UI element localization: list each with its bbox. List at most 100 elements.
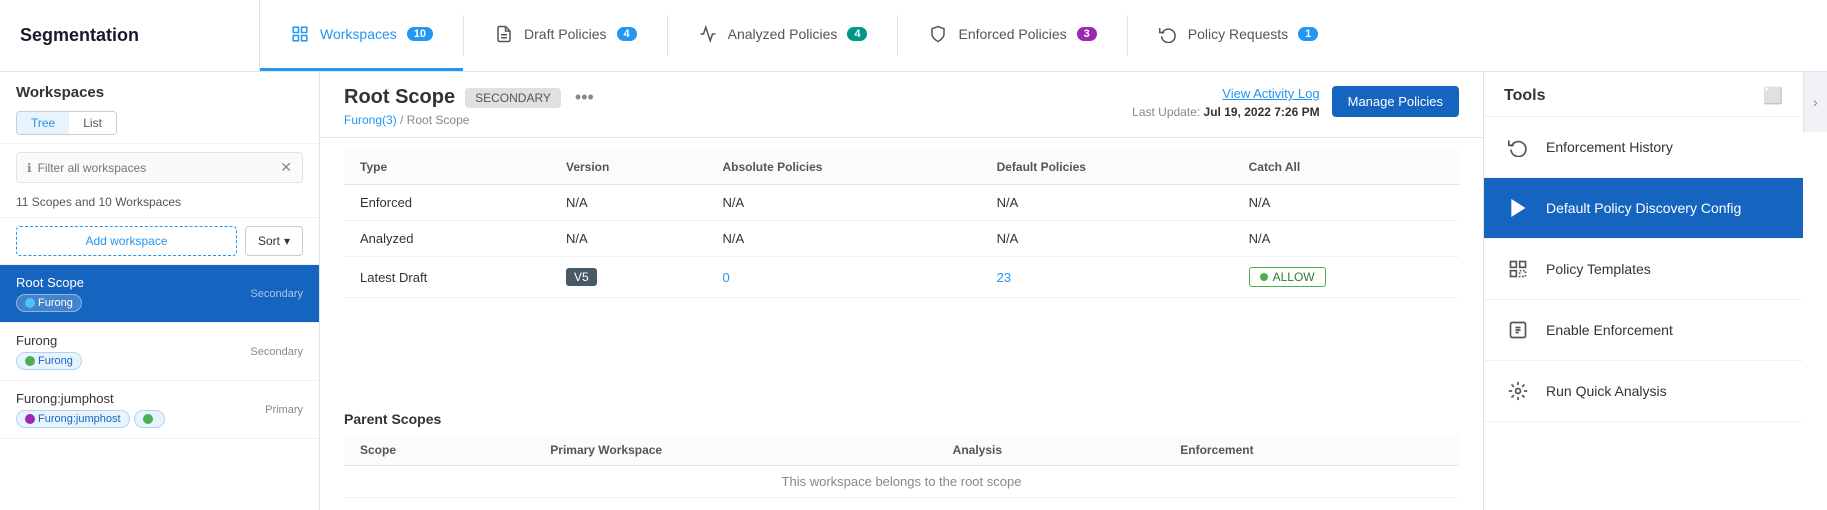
tool-item-enforcement-history[interactable]: Enforcement History bbox=[1484, 117, 1803, 178]
scope-menu-button[interactable]: ••• bbox=[571, 87, 598, 108]
main-area: Workspaces Tree List ℹ ✕ 11 Scopes and 1… bbox=[0, 72, 1827, 510]
workspace-tag-jumphost: Furong:jumphost bbox=[16, 410, 130, 428]
row-default-analyzed: N/A bbox=[981, 221, 1233, 257]
center-content: Root Scope SECONDARY ••• Furong(3) / Roo… bbox=[320, 72, 1483, 510]
row-type-draft: Latest Draft bbox=[344, 257, 550, 298]
sidebar-header: Workspaces Tree List bbox=[0, 72, 319, 144]
breadcrumb-current: Root Scope bbox=[407, 113, 470, 127]
enforced-icon bbox=[928, 24, 948, 44]
parent-scopes-empty-row: This workspace belongs to the root scope bbox=[344, 466, 1459, 498]
sidebar: Workspaces Tree List ℹ ✕ 11 Scopes and 1… bbox=[0, 72, 320, 510]
breadcrumb: Furong(3) / Root Scope bbox=[344, 113, 598, 127]
scope-badge: SECONDARY bbox=[465, 88, 561, 108]
parent-scopes-title: Parent Scopes bbox=[344, 411, 1459, 427]
draft-icon bbox=[494, 24, 514, 44]
tag-icon-purple bbox=[25, 414, 35, 424]
tab-policy-requests[interactable]: Policy Requests 1 bbox=[1128, 0, 1349, 71]
history-icon bbox=[1504, 133, 1532, 161]
tools-title: Tools bbox=[1504, 87, 1545, 105]
table-row-latest-draft: Latest Draft V5 0 23 ALLOW bbox=[344, 257, 1459, 298]
tool-label-run-quick-analysis: Run Quick Analysis bbox=[1546, 383, 1667, 399]
workspace-tag-jumphost-2 bbox=[134, 410, 165, 428]
row-type-analyzed: Analyzed bbox=[344, 221, 550, 257]
row-absolute-draft[interactable]: 0 bbox=[706, 257, 980, 298]
requests-icon bbox=[1158, 24, 1178, 44]
table-row-enforced: Enforced N/A N/A N/A N/A bbox=[344, 185, 1459, 221]
scope-name: Root Scope bbox=[344, 86, 455, 109]
tool-label-default-policy: Default Policy Discovery Config bbox=[1546, 200, 1741, 216]
row-version-draft: V5 bbox=[550, 257, 706, 298]
play-icon bbox=[1504, 194, 1532, 222]
parent-scopes-section: Parent Scopes Scope Primary Workspace An… bbox=[320, 399, 1483, 510]
sort-button[interactable]: Sort ▾ bbox=[245, 226, 303, 256]
workspace-item-furong-jumphost[interactable]: Furong:jumphost Furong:jumphost bbox=[0, 381, 319, 439]
parent-scopes-empty-message: This workspace belongs to the root scope bbox=[344, 466, 1459, 498]
view-tree-button[interactable]: Tree bbox=[17, 112, 69, 134]
tool-item-default-policy[interactable]: Default Policy Discovery Config bbox=[1484, 178, 1803, 239]
parent-scopes-table: Scope Primary Workspace Analysis Enforce… bbox=[344, 435, 1459, 498]
parent-col-primary: Primary Workspace bbox=[534, 435, 936, 466]
info-icon: ℹ bbox=[27, 161, 32, 175]
row-absolute-enforced: N/A bbox=[706, 185, 980, 221]
col-version: Version bbox=[550, 150, 706, 185]
tools-header: Tools ⬜ bbox=[1484, 72, 1803, 117]
tab-draft-policies[interactable]: Draft Policies 4 bbox=[464, 0, 667, 71]
panel-collapse-toggle[interactable]: › bbox=[1803, 72, 1827, 132]
filter-input[interactable] bbox=[38, 161, 275, 175]
analysis-icon bbox=[1504, 377, 1532, 405]
filter-bar: ℹ ✕ bbox=[16, 152, 303, 183]
row-version-enforced: N/A bbox=[550, 185, 706, 221]
tool-item-run-quick-analysis[interactable]: Run Quick Analysis bbox=[1484, 361, 1803, 422]
clear-filter-button[interactable]: ✕ bbox=[280, 159, 292, 176]
enforcement-icon bbox=[1504, 316, 1532, 344]
scope-title-row: Root Scope SECONDARY ••• bbox=[344, 86, 598, 109]
row-absolute-analyzed: N/A bbox=[706, 221, 980, 257]
view-activity-log-button[interactable]: View Activity Log bbox=[1222, 86, 1319, 101]
workspace-item-furong[interactable]: Furong Furong Secondary bbox=[0, 323, 319, 381]
tool-item-policy-templates[interactable]: Policy Templates bbox=[1484, 239, 1803, 300]
tab-analyzed-policies[interactable]: Analyzed Policies 4 bbox=[668, 0, 898, 71]
tool-label-enable-enforcement: Enable Enforcement bbox=[1546, 322, 1673, 338]
scope-header: Root Scope SECONDARY ••• Furong(3) / Roo… bbox=[320, 72, 1483, 138]
workspace-list: Root Scope Furong Secondary Furong bbox=[0, 265, 319, 510]
workspaces-icon bbox=[290, 24, 310, 44]
row-default-enforced: N/A bbox=[981, 185, 1233, 221]
tools-menu-button[interactable]: ⬜ bbox=[1763, 86, 1783, 106]
tab-enforced-policies[interactable]: Enforced Policies 3 bbox=[898, 0, 1126, 71]
row-catchall-analyzed: N/A bbox=[1233, 221, 1459, 257]
tab-workspaces[interactable]: Workspaces 10 bbox=[260, 0, 463, 71]
last-update: Last Update: Jul 19, 2022 7:26 PM bbox=[1132, 105, 1319, 119]
tools-panel: Tools ⬜ Enforcement History Default Poli… bbox=[1483, 72, 1803, 510]
workspace-tag-furong-2: Furong bbox=[16, 352, 82, 370]
view-list-button[interactable]: List bbox=[69, 112, 116, 134]
allow-dot bbox=[1260, 273, 1268, 281]
col-default: Default Policies bbox=[981, 150, 1233, 185]
more-icon: ⬜ bbox=[1763, 88, 1783, 105]
tool-item-enable-enforcement[interactable]: Enable Enforcement bbox=[1484, 300, 1803, 361]
manage-policies-button[interactable]: Manage Policies bbox=[1332, 86, 1459, 117]
add-workspace-button[interactable]: Add workspace bbox=[16, 226, 237, 256]
workspace-item-root-scope[interactable]: Root Scope Furong Secondary bbox=[0, 265, 319, 323]
table-row-analyzed: Analyzed N/A N/A N/A N/A bbox=[344, 221, 1459, 257]
tool-label-policy-templates: Policy Templates bbox=[1546, 261, 1651, 277]
parent-col-analysis: Analysis bbox=[937, 435, 1165, 466]
row-catchall-enforced: N/A bbox=[1233, 185, 1459, 221]
col-type: Type bbox=[344, 150, 550, 185]
policy-table: Type Version Absolute Policies Default P… bbox=[344, 150, 1459, 298]
breadcrumb-parent-link[interactable]: Furong(3) bbox=[344, 113, 397, 127]
chevron-right-icon: › bbox=[1813, 94, 1818, 110]
view-toggle: Tree List bbox=[16, 111, 117, 135]
tool-label-enforcement-history: Enforcement History bbox=[1546, 139, 1673, 155]
parent-col-scope: Scope bbox=[344, 435, 534, 466]
tag-icon-green-2 bbox=[143, 414, 153, 424]
action-bar: Add workspace Sort ▾ bbox=[0, 218, 319, 265]
col-catch-all: Catch All bbox=[1233, 150, 1459, 185]
app-title: Segmentation bbox=[0, 0, 260, 71]
chevron-down-icon: ▾ bbox=[284, 234, 290, 248]
scope-actions: View Activity Log Last Update: Jul 19, 2… bbox=[1132, 86, 1459, 119]
tag-icon-green bbox=[25, 356, 35, 366]
tag-icon-blue bbox=[25, 298, 35, 308]
workspace-tag-furong: Furong bbox=[16, 294, 82, 312]
row-default-draft[interactable]: 23 bbox=[981, 257, 1233, 298]
sidebar-title: Workspaces bbox=[16, 84, 303, 101]
